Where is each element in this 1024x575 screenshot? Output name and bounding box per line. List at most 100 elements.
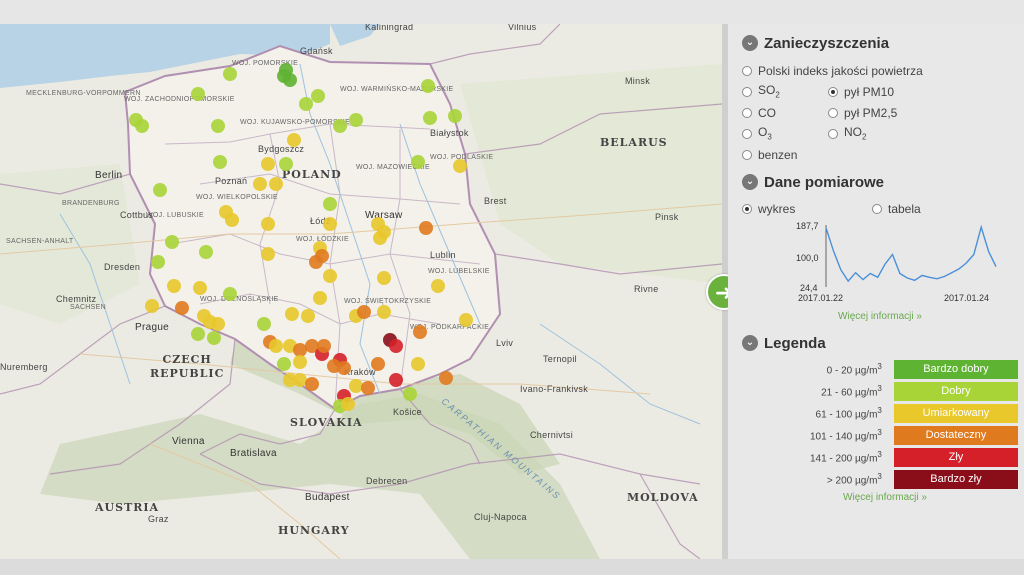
- station-marker[interactable]: [377, 305, 391, 319]
- measurements-more-link[interactable]: Więcej informacji »: [742, 311, 1018, 322]
- radio-so2[interactable]: [742, 86, 752, 97]
- radio-polish-index[interactable]: [742, 65, 752, 76]
- station-marker[interactable]: [261, 217, 275, 231]
- station-marker[interactable]: [459, 313, 473, 327]
- station-marker[interactable]: [341, 397, 355, 411]
- radio-benzen[interactable]: [742, 149, 752, 160]
- legend-color-box: Bardzo zły: [893, 469, 1018, 489]
- station-marker[interactable]: [411, 155, 425, 169]
- station-marker[interactable]: [305, 377, 319, 391]
- station-marker[interactable]: [257, 317, 271, 331]
- station-marker[interactable]: [309, 255, 323, 269]
- option-pm25[interactable]: pył PM2,5: [828, 102, 968, 123]
- label-pm25: pył PM2,5: [844, 105, 898, 120]
- station-marker[interactable]: [211, 119, 225, 133]
- station-marker[interactable]: [225, 213, 239, 227]
- station-marker[interactable]: [453, 159, 467, 173]
- station-marker[interactable]: [191, 87, 205, 101]
- station-marker[interactable]: [135, 119, 149, 133]
- station-marker[interactable]: [361, 381, 375, 395]
- option-tabela[interactable]: tabela: [872, 198, 921, 219]
- station-marker[interactable]: [431, 279, 445, 293]
- station-marker[interactable]: [448, 109, 462, 123]
- legend-color-box: Bardzo dobry: [893, 359, 1018, 379]
- radio-co[interactable]: [742, 107, 752, 118]
- option-co[interactable]: CO: [742, 102, 828, 123]
- measurements-header[interactable]: ⌄ Dane pomiarowe: [742, 171, 1018, 193]
- station-marker[interactable]: [277, 357, 291, 371]
- station-marker[interactable]: [323, 217, 337, 231]
- station-marker[interactable]: [371, 357, 385, 371]
- station-marker[interactable]: [145, 299, 159, 313]
- station-marker[interactable]: [175, 301, 189, 315]
- option-so2[interactable]: SO2: [742, 81, 828, 102]
- station-marker[interactable]: [277, 69, 291, 83]
- station-marker[interactable]: [357, 305, 371, 319]
- station-marker[interactable]: [269, 339, 283, 353]
- map-view[interactable]: POLAND BELARUS CZECH REPUBLIC SLOVAKIA A…: [0, 24, 722, 559]
- option-wykres[interactable]: wykres: [742, 198, 872, 219]
- station-marker[interactable]: [317, 339, 331, 353]
- station-marker[interactable]: [261, 247, 275, 261]
- radio-no2[interactable]: [828, 128, 838, 139]
- station-marker[interactable]: [223, 67, 237, 81]
- station-marker[interactable]: [299, 97, 313, 111]
- station-marker[interactable]: [211, 317, 225, 331]
- option-pm10[interactable]: pył PM10: [828, 81, 968, 102]
- station-marker[interactable]: [323, 269, 337, 283]
- station-marker[interactable]: [293, 355, 307, 369]
- pollutants-header[interactable]: ⌄ Zanieczyszczenia: [742, 32, 1018, 54]
- station-marker[interactable]: [223, 287, 237, 301]
- station-marker[interactable]: [333, 119, 347, 133]
- radio-pm10[interactable]: [828, 86, 838, 97]
- station-marker[interactable]: [323, 197, 337, 211]
- legend-more-link[interactable]: Więcej informacji »: [742, 492, 1018, 503]
- option-no2[interactable]: NO2: [828, 123, 968, 144]
- station-marker[interactable]: [279, 157, 293, 171]
- option-polish-index[interactable]: Polski indeks jakości powietrza: [742, 60, 1018, 81]
- station-marker[interactable]: [199, 245, 213, 259]
- station-marker[interactable]: [269, 177, 283, 191]
- legend-header[interactable]: ⌄ Legenda: [742, 332, 1018, 354]
- pollutants-title: Zanieczyszczenia: [764, 34, 890, 52]
- station-marker[interactable]: [261, 157, 275, 171]
- radio-pm25[interactable]: [828, 107, 838, 118]
- station-marker[interactable]: [207, 331, 221, 345]
- radio-o3[interactable]: [742, 128, 752, 139]
- station-marker[interactable]: [293, 373, 307, 387]
- station-marker[interactable]: [253, 177, 267, 191]
- legend-range: 141 - 200 µg/m3: [809, 449, 882, 465]
- station-marker[interactable]: [153, 183, 167, 197]
- station-marker[interactable]: [285, 307, 299, 321]
- radio-tabela[interactable]: [872, 203, 882, 214]
- station-marker[interactable]: [373, 231, 387, 245]
- station-marker[interactable]: [293, 343, 307, 357]
- station-marker[interactable]: [423, 111, 437, 125]
- option-benzen[interactable]: benzen: [742, 144, 828, 165]
- station-marker[interactable]: [419, 221, 433, 235]
- radio-wykres[interactable]: [742, 203, 752, 214]
- station-marker[interactable]: [413, 325, 427, 339]
- station-marker[interactable]: [349, 379, 363, 393]
- station-marker[interactable]: [421, 79, 435, 93]
- station-marker[interactable]: [287, 133, 301, 147]
- station-marker[interactable]: [193, 281, 207, 295]
- station-marker[interactable]: [389, 339, 403, 353]
- station-marker[interactable]: [349, 113, 363, 127]
- station-marker[interactable]: [389, 373, 403, 387]
- station-marker[interactable]: [191, 327, 205, 341]
- station-marker[interactable]: [213, 155, 227, 169]
- station-marker[interactable]: [377, 271, 391, 285]
- station-marker[interactable]: [411, 357, 425, 371]
- station-marker[interactable]: [327, 359, 341, 373]
- legend-list: 0 - 20 µg/m3 Bardzo dobry 21 - 60 µg/m3 Dob…: [742, 358, 1018, 490]
- station-marker[interactable]: [167, 279, 181, 293]
- station-marker[interactable]: [301, 309, 315, 323]
- option-o3[interactable]: O3: [742, 123, 828, 144]
- station-marker[interactable]: [439, 371, 453, 385]
- station-marker[interactable]: [313, 291, 327, 305]
- station-marker[interactable]: [403, 387, 417, 401]
- station-marker[interactable]: [165, 235, 179, 249]
- station-marker[interactable]: [151, 255, 165, 269]
- station-marker[interactable]: [311, 89, 325, 103]
